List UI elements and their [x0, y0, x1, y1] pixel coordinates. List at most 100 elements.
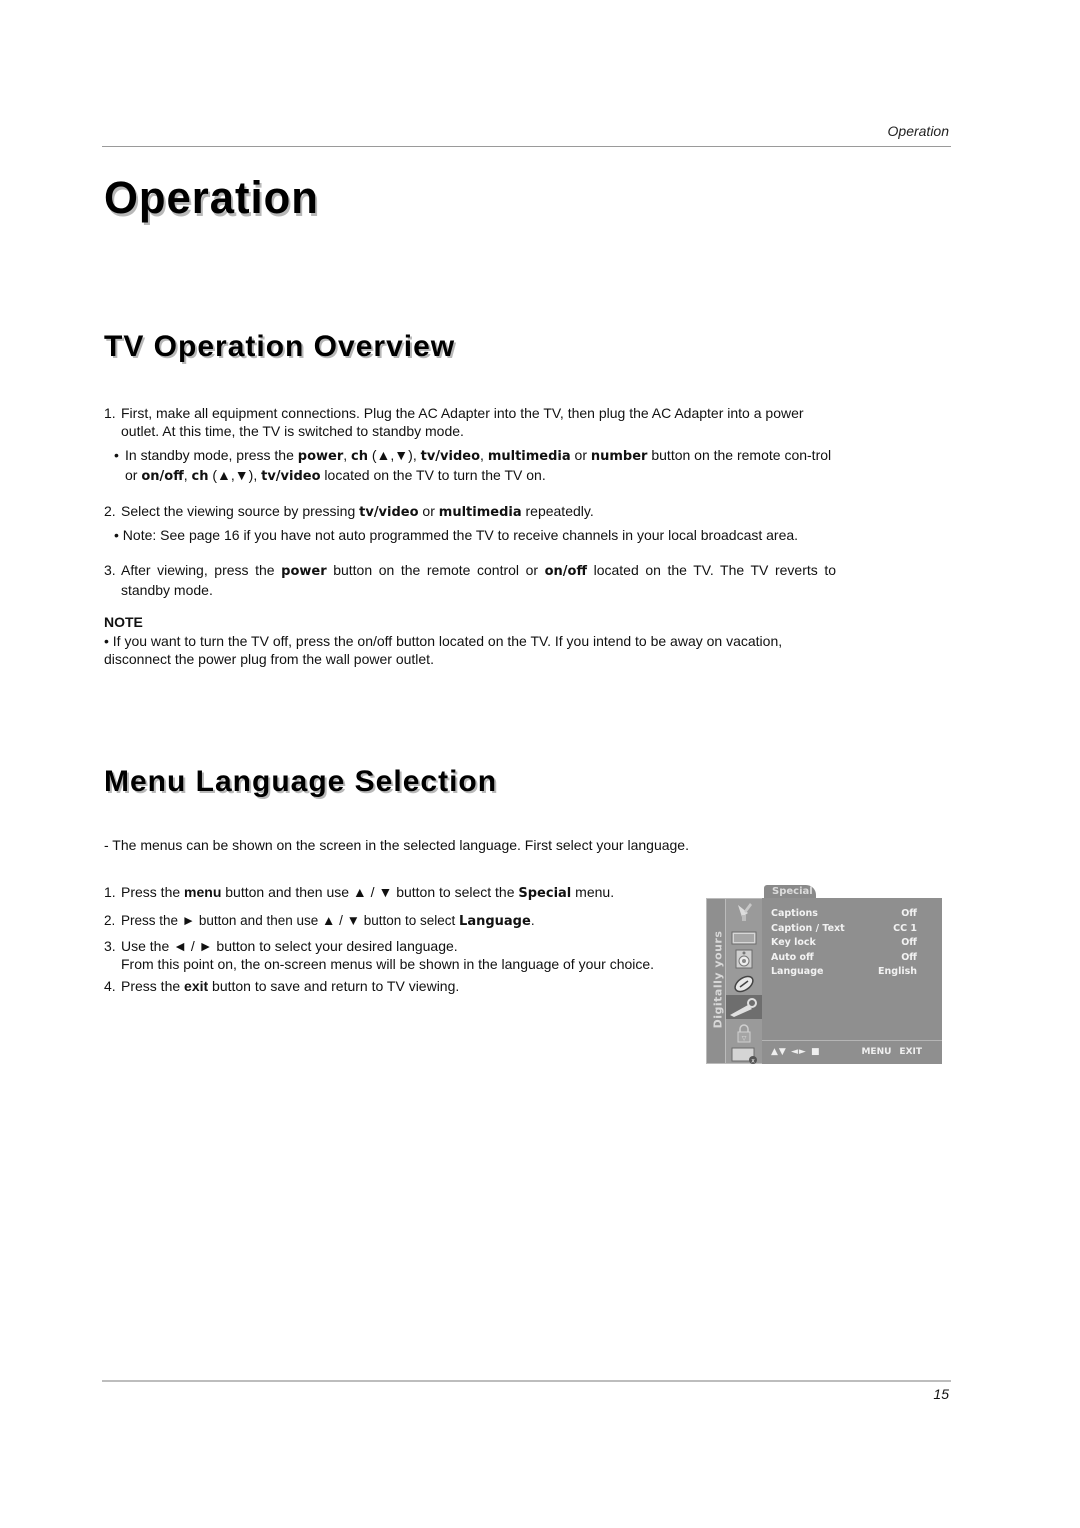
- language-step-2: 2. Press the ► button and then use ▲ / ▼…: [104, 912, 656, 931]
- language-step-1: 1. Press the menu button and then use ▲ …: [104, 883, 656, 903]
- text-run: After viewing, press the: [121, 562, 282, 578]
- step-text: Select the viewing source by pressing tv…: [121, 502, 836, 522]
- step-1-bullet: • In standby mode, press the power, ch (…: [114, 446, 836, 486]
- step-number: 2.: [104, 913, 116, 928]
- step-text: Press the ► button and then use ▲ / ▼ bu…: [121, 912, 656, 931]
- running-header: Operation: [887, 123, 949, 139]
- bullet-mark: •: [114, 447, 119, 463]
- text-run: repeatedly.: [521, 503, 594, 519]
- satellite-dish-icon: [730, 901, 758, 921]
- step-number: 3.: [104, 938, 116, 954]
- note-label: NOTE: [104, 614, 143, 630]
- step-text: Press the menu button and then use ▲ / ▼…: [121, 883, 656, 903]
- bold-term: tv/video: [261, 469, 321, 484]
- osd-row-key-lock: Key lock Off: [771, 937, 917, 948]
- text-run: menu.: [571, 884, 615, 900]
- section-title-menu-language-selection: Menu Language Selection: [104, 765, 498, 798]
- bold-term: multimedia: [487, 449, 571, 464]
- clock-icon: [730, 973, 758, 993]
- text-run: ,: [183, 467, 192, 483]
- language-step-3: 3. Use the ◄ / ► button to select your d…: [104, 937, 656, 973]
- text-run: (▲,▼),: [368, 447, 421, 463]
- header-rule: [102, 146, 951, 147]
- osd-icon-column: ▽ x: [726, 898, 762, 1065]
- svg-text:▽: ▽: [742, 1035, 747, 1042]
- osd-special-menu: Digitally yours ▽ x Special Captions Off …: [706, 884, 942, 1065]
- step-text: First, make all equipment connections. P…: [121, 405, 804, 439]
- step-2-note: • Note: See page 16 if you have not auto…: [114, 527, 799, 543]
- bold-term: power: [281, 564, 327, 579]
- lock-icon: ▽: [730, 1023, 758, 1043]
- bold-term: menu: [184, 884, 222, 900]
- bullet-text: In standby mode, press the power, ch (▲,…: [125, 446, 836, 486]
- osd-brand-strip: Digitally yours: [706, 898, 726, 1064]
- osd-row-label: Caption / Text: [771, 923, 845, 934]
- page-number: 15: [933, 1386, 949, 1402]
- speaker-icon: [730, 949, 758, 969]
- bold-term: tv/video: [420, 449, 481, 464]
- bold-term: ch: [351, 449, 368, 464]
- text-run: Select the viewing source by pressing: [121, 503, 360, 519]
- osd-row-language: Language English: [771, 966, 917, 977]
- step-subtext: From this point on, the on-screen menus …: [121, 956, 655, 972]
- bold-term: tv/video: [359, 505, 419, 520]
- screen-icon: x: [730, 1045, 758, 1065]
- bold-term: Language: [459, 914, 531, 929]
- osd-row-captions: Captions Off: [771, 908, 917, 919]
- osd-row-label: Captions: [771, 908, 818, 919]
- bold-term: on/off: [141, 469, 184, 484]
- osd-row-value: CC 1: [893, 923, 917, 934]
- osd-row-auto-off: Auto off Off: [771, 952, 917, 963]
- bold-term: power: [297, 449, 344, 464]
- bold-term: multimedia: [438, 505, 522, 520]
- language-steps: 1. Press the menu button and then use ▲ …: [104, 883, 656, 995]
- step-number: 3.: [104, 562, 116, 578]
- osd-row-value: Off: [901, 908, 917, 919]
- step-number: 2.: [104, 503, 116, 519]
- svg-text:x: x: [751, 1058, 755, 1065]
- bold-term: on/off: [544, 564, 588, 579]
- text-run: In standby mode, press the: [125, 447, 298, 463]
- text-run: (▲,▼),: [208, 467, 262, 483]
- step-text: After viewing, press the power button on…: [121, 561, 836, 599]
- text-run: ,: [343, 447, 352, 463]
- osd-brand-text: Digitally yours: [711, 930, 725, 1029]
- osd-key-exit: EXIT: [899, 1047, 922, 1057]
- osd-row-label: Language: [771, 966, 824, 977]
- osd-nav-arrows-icon: ▲▼ ◄► ■: [771, 1047, 821, 1057]
- osd-row-label: Auto off: [771, 952, 814, 963]
- text-run: Press the: [121, 884, 185, 900]
- footer-rule: [102, 1380, 951, 1382]
- bold-term: Special: [518, 886, 572, 901]
- language-step-4: 4. Press the exit button to save and ret…: [104, 977, 656, 995]
- bold-term: number: [590, 449, 648, 464]
- text-run: Use the ◄ / ► button to select your desi…: [121, 938, 458, 954]
- text-run: button to save and return to TV viewing.: [208, 978, 460, 994]
- picture-icon: [730, 927, 758, 947]
- text-run: Press the: [121, 978, 185, 994]
- text-run: Press the ► button and then use ▲ / ▼ bu…: [121, 913, 460, 928]
- page-title: Operation: [104, 172, 319, 223]
- osd-row-value: English: [878, 966, 917, 977]
- osd-footer: ▲▼ ◄► ■ MENU EXIT: [762, 1040, 942, 1064]
- section-title-tv-operation-overview: TV Operation Overview: [104, 330, 456, 363]
- text-run: button on the remote control or: [326, 562, 545, 578]
- osd-row-label: Key lock: [771, 937, 816, 948]
- osd-row-value: Off: [901, 952, 917, 963]
- special-key-icon: [726, 995, 762, 1019]
- osd-tab-special: Special: [764, 885, 816, 899]
- step-2: 2. Select the viewing source by pressing…: [104, 502, 836, 522]
- step-number: 4.: [104, 978, 116, 994]
- step-number: 1.: [104, 884, 116, 900]
- note-text: • If you want to turn the TV off, press …: [104, 633, 783, 667]
- osd-settings-panel: Captions Off Caption / Text CC 1 Key lock O…: [762, 898, 942, 1040]
- text-run: .: [530, 913, 535, 928]
- osd-row-value: Off: [901, 937, 917, 948]
- text-run: or: [418, 503, 439, 519]
- step-number: 1.: [104, 405, 116, 421]
- text-run: located on the TV to turn the TV on.: [320, 467, 546, 483]
- osd-row-caption-text: Caption / Text CC 1: [771, 923, 917, 934]
- text-run: button and then use ▲ / ▼ button to sele…: [221, 884, 519, 900]
- text-run: ,: [480, 447, 488, 463]
- step-1: 1. First, make all equipment connections…: [104, 404, 836, 440]
